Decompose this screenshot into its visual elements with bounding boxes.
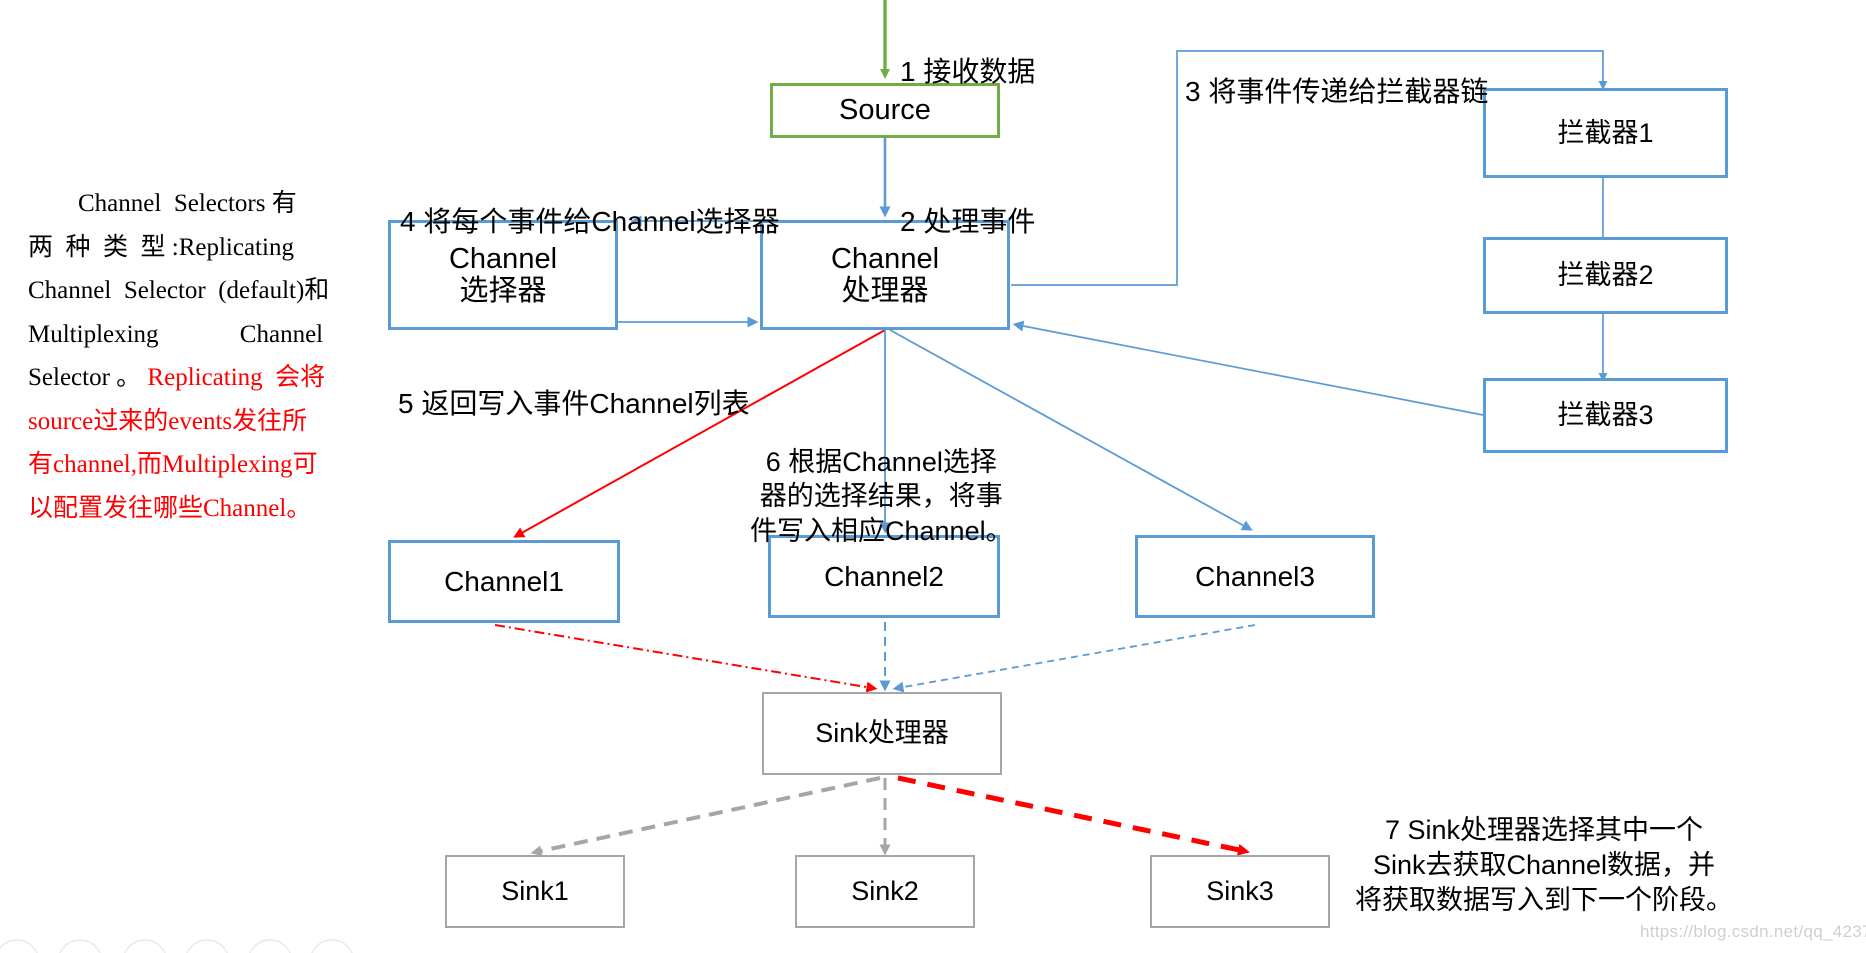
node-sink1-label: Sink1 <box>501 876 569 907</box>
arrow-channel1-to-sink-processor <box>494 624 878 693</box>
arrow-channel3-to-sink-processor <box>892 624 1256 693</box>
node-channel3[interactable]: Channel3 <box>1135 535 1375 618</box>
node-interceptor2[interactable]: 拦截器2 <box>1483 237 1728 314</box>
node-source-label: Source <box>839 94 931 127</box>
step-label-1-text: 1 接收数据 <box>900 56 1036 87</box>
step-label-1: 1 接收数据 <box>900 18 1035 90</box>
node-channel-selector-label: Channel 选择器 <box>448 242 558 307</box>
node-sink1[interactable]: Sink1 <box>445 855 625 928</box>
decorative-circles <box>0 939 353 953</box>
node-interceptor3[interactable]: 拦截器3 <box>1483 378 1728 453</box>
node-sink3[interactable]: Sink3 <box>1150 855 1330 928</box>
note-line-2: 两 种 类 型 :Replicating <box>28 233 294 261</box>
node-channel-processor-label: Channel 处理器 <box>830 242 940 307</box>
channel-selectors-note: Channel Selectors 有 两 种 类 型 :Replicating… <box>28 182 358 530</box>
note-line-4: Multiplexing Channel <box>28 320 324 348</box>
node-sink2[interactable]: Sink2 <box>795 855 975 928</box>
node-interceptor1-label: 拦截器1 <box>1557 117 1654 148</box>
step-label-5-text: 5 返回写入事件Channel列表 <box>398 388 750 419</box>
step-label-7-text: 7 Sink处理器选择其中一个 Sink去获取Channel数据，并 将获取数据… <box>1355 815 1733 916</box>
step-label-3: 3 将事件传递给拦截器链 <box>1185 38 1488 110</box>
node-channel2-label: Channel2 <box>824 560 944 592</box>
note-line-8: 以配置发往哪些Channel。 <box>28 494 312 522</box>
diagram-canvas: Source Channel 选择器 Channel 处理器 拦截器1 拦截器2… <box>0 0 1866 953</box>
step-label-6: 6 根据Channel选择 器的选择结果，将事 件写入相应Channel。 <box>750 410 1013 548</box>
node-interceptor3-label: 拦截器3 <box>1557 400 1654 431</box>
node-channel3-label: Channel3 <box>1195 560 1315 592</box>
node-channel1[interactable]: Channel1 <box>388 540 620 623</box>
arrow-sink-processor-to-sink1 <box>530 776 881 857</box>
node-sink-processor[interactable]: Sink处理器 <box>762 692 1002 775</box>
watermark-text: https://blog.csdn.net/qq_42378130 <box>1640 922 1866 941</box>
step-label-7: 7 Sink处理器选择其中一个 Sink去获取Channel数据，并 将获取数据… <box>1355 778 1733 918</box>
step-label-4-text: 4 将每个事件给Channel选择器 <box>400 206 780 237</box>
step-label-4: 4 将每个事件给Channel选择器 <box>400 168 780 240</box>
node-source[interactable]: Source <box>770 83 1000 138</box>
arrow-interceptor3-to-processor <box>1012 320 1484 416</box>
note-line-7: 有channel,而Multiplexing可 <box>28 451 318 478</box>
step-label-2-text: 2 处理事件 <box>900 206 1036 237</box>
node-channel1-label: Channel1 <box>444 565 564 597</box>
node-interceptor2-label: 拦截器2 <box>1557 260 1654 291</box>
step-label-5: 5 返回写入事件Channel列表 <box>398 350 750 422</box>
arrow-sink-processor-to-sink3 <box>897 775 1250 856</box>
note-line-5-red: Replicating 会将 <box>147 364 326 391</box>
watermark: https://blog.csdn.net/qq_42378130 <box>1640 922 1866 942</box>
node-sink-processor-label: Sink处理器 <box>815 718 949 749</box>
note-line-6: source过来的events发往所 <box>28 407 308 435</box>
node-sink2-label: Sink2 <box>851 876 919 907</box>
node-interceptor1[interactable]: 拦截器1 <box>1483 88 1728 178</box>
note-line-5: Selector 。 Replicating 会将 <box>28 356 358 400</box>
step-label-2: 2 处理事件 <box>900 168 1035 240</box>
note-line-5-black: Selector 。 <box>28 364 148 391</box>
step-label-3-text: 3 将事件传递给拦截器链 <box>1185 76 1489 107</box>
note-line-1: Channel Selectors 有 <box>28 190 297 217</box>
step-label-6-text: 6 根据Channel选择 器的选择结果，将事 件写入相应Channel。 <box>750 446 1013 546</box>
node-sink3-label: Sink3 <box>1206 876 1274 907</box>
note-line-3: Channel Selector (default)和 <box>28 277 330 304</box>
